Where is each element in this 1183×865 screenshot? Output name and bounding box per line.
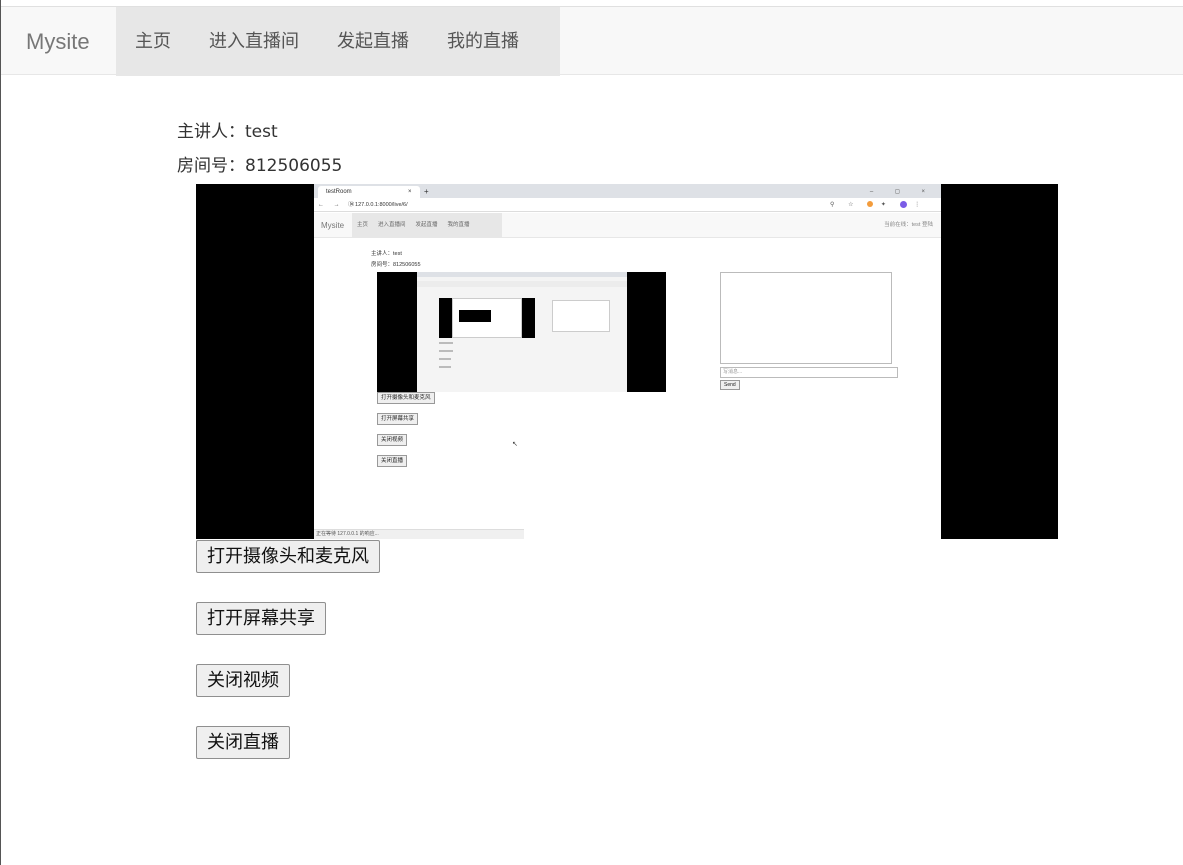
close-live-button[interactable]: 关闭直播 [196, 726, 290, 759]
mini-video [377, 272, 666, 392]
host-label: 主讲人：test [177, 122, 278, 142]
nested-button-line [439, 350, 453, 352]
mini-send-button: Send [720, 380, 740, 390]
nav-item-my-live[interactable]: 我的直播 [428, 7, 538, 76]
mini-chat-textarea [720, 272, 892, 364]
mini-extension-icons: ⚲ ☆ ✦ ⋮ [830, 198, 926, 212]
mini-button: 关闭视频 [377, 434, 408, 446]
mini-menu-icon: ⋮ [914, 202, 927, 208]
open-screen-share-button[interactable]: 打开屏幕共享 [196, 602, 326, 635]
shared-screen-frame: testRoom × + – ◻ × ← → ✕ ⓘ 127.0.0.1:800… [314, 184, 941, 539]
nested-black-block [459, 310, 491, 322]
mini-navbar: Mysite 主页 进入直播间 发起直播 我的直播 当前在线：test 登陆 [314, 213, 941, 238]
nested-button-line [439, 366, 451, 368]
nested-button-line [439, 342, 453, 344]
mini-nav-group: 主页 进入直播间 发起直播 我的直播 [352, 213, 502, 238]
close-video-button[interactable]: 关闭视频 [196, 664, 290, 697]
mini-browser-tab: testRoom [318, 186, 420, 198]
mini-status-bar: 正在等待 127.0.0.1 的响应... [314, 529, 524, 539]
live-video[interactable]: testRoom × + – ◻ × ← → ✕ ⓘ 127.0.0.1:800… [196, 184, 1058, 539]
mini-button: 打开屏幕共享 [377, 413, 419, 425]
mini-window-controls: – ◻ × [869, 189, 935, 195]
page: Mysite 主页 进入直播间 发起直播 我的直播 主讲人：test 房间号：8… [0, 0, 1183, 865]
mini-address-bar: ← → ✕ ⓘ 127.0.0.1:8000/live/6/ ⚲ ☆ ✦ ⋮ [314, 198, 941, 212]
nested-textarea [552, 300, 610, 332]
room-number-label: 房间号：812506055 [177, 156, 343, 176]
mini-room-label: 房间号：812506055 [371, 262, 421, 268]
mini-nav-item: 主页 [357, 222, 369, 228]
mini-nav-right: 当前在线：test 登陆 [884, 222, 933, 228]
mini-nav-item: 我的直播 [447, 222, 470, 228]
mini-host-label: 主讲人：test [371, 251, 402, 257]
mini-nav-item: 发起直播 [415, 222, 438, 228]
nested-video-left [439, 298, 452, 338]
mini-cursor-icon: ↖ [512, 441, 518, 448]
mini-tab-close-icon: × [408, 189, 412, 195]
mini-tab-bar: testRoom × + – ◻ × [314, 184, 941, 198]
site-brand[interactable]: Mysite [26, 7, 90, 76]
mini-button: 关闭直播 [377, 455, 408, 467]
mini-star-icon: ☆ [848, 202, 860, 208]
nav-item-home[interactable]: 主页 [116, 7, 190, 76]
mini-url: ⓘ 127.0.0.1:8000/live/6/ [348, 202, 408, 208]
nested-video-right [522, 298, 535, 338]
nav-item-enter-live-room[interactable]: 进入直播间 [190, 7, 318, 76]
mini-message-input: 写消息... [720, 367, 898, 378]
mini-new-tab-icon: + [424, 187, 429, 196]
mini-puzzle-icon: ✦ [880, 202, 892, 208]
nav-group: 主页 进入直播间 发起直播 我的直播 [116, 7, 560, 76]
mini-nested-screen [417, 272, 627, 392]
nav-item-start-live[interactable]: 发起直播 [318, 7, 428, 76]
navbar: Mysite 主页 进入直播间 发起直播 我的直播 [1, 6, 1183, 76]
mini-zoom-icon: ⚲ [830, 202, 841, 208]
mini-brand: Mysite [321, 221, 345, 230]
open-camera-mic-button[interactable]: 打开摄像头和麦克风 [196, 540, 380, 573]
nested-button-line [439, 358, 451, 360]
nested-tab-bar [417, 272, 627, 277]
mini-orange-extension-icon [867, 201, 874, 208]
mini-button: 打开摄像头和麦克风 [377, 392, 435, 404]
mini-nav-item: 进入直播间 [378, 222, 406, 228]
mini-profile-icon [899, 200, 907, 208]
nested-navbar [417, 281, 627, 287]
